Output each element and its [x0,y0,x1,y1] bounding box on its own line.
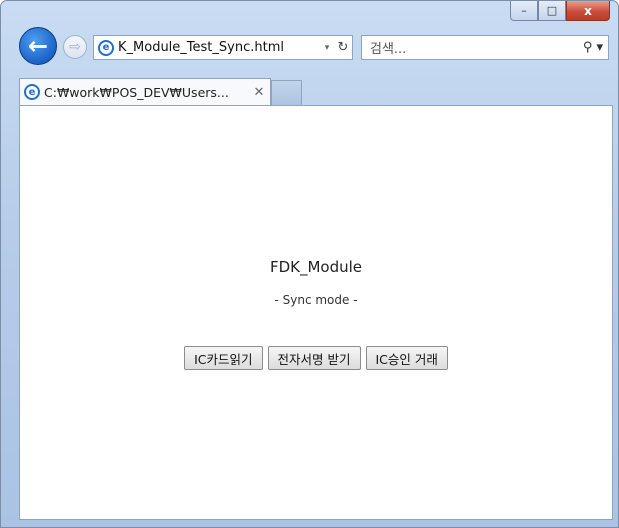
back-button[interactable]: ← [19,27,57,65]
page-subtitle: - Sync mode - [274,293,358,307]
search-icon[interactable]: ⚲ ▾ [578,40,608,55]
search-box[interactable]: 검색... ⚲ ▾ [361,35,609,60]
back-arrow-icon: ← [27,32,49,60]
forward-button[interactable]: ⇨ [63,35,87,59]
forward-arrow-icon: ⇨ [69,39,81,55]
maximize-button[interactable]: □ [538,1,566,21]
new-tab-button[interactable] [271,80,302,105]
tab-label: C:₩work₩POS_DEV₩Users... [44,84,229,100]
e-signature-button[interactable]: 전자서명 받기 [267,346,361,370]
action-buttons: IC카드읽기 전자서명 받기 IC승인 거래 [20,346,612,370]
address-dropdown-icon[interactable]: ▾ [320,43,334,53]
ie-page-icon: e [98,39,114,56]
address-bar[interactable]: e K_Module_Test_Sync.html ▾ ↻ [93,35,353,60]
address-text[interactable]: K_Module_Test_Sync.html [118,40,320,55]
tab-active[interactable]: e C:₩work₩POS_DEV₩Users... ✕ [19,78,271,105]
browser-window: – □ x ← ⇨ e K_Module_Test_Sync.html ▾ ↻ … [0,0,619,528]
search-input[interactable]: 검색... [370,38,578,57]
page-title: FDK_Module [269,258,363,276]
ic-approval-button[interactable]: IC승인 거래 [365,346,448,370]
ic-card-read-button[interactable]: IC카드읽기 [184,346,263,370]
navigation-bar: ← ⇨ e K_Module_Test_Sync.html ▾ ↻ 검색... … [19,27,609,67]
minimize-button[interactable]: – [510,1,538,21]
page-content: FDK_Module - Sync mode - IC카드읽기 전자서명 받기 … [19,105,613,520]
window-caption-buttons: – □ x [510,1,610,21]
close-button[interactable]: x [566,1,610,21]
tab-close-icon[interactable]: ✕ [248,85,270,100]
ie-tab-icon: e [24,84,40,100]
refresh-icon[interactable]: ↻ [334,40,352,55]
